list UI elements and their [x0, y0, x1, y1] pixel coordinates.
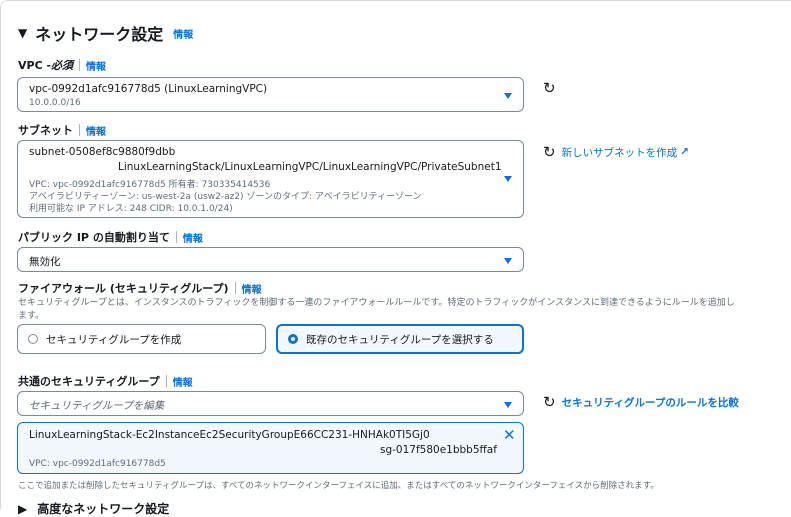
sg-note: ここで追加または削除したセキュリティグループは、すべてのネットワークインターフェ… [18, 481, 659, 491]
sg-token-name: LinuxLearningStack-Ec2InstanceEc2Securit… [29, 429, 430, 441]
sg-placeholder: セキュリティグループを編集 [29, 400, 165, 412]
create-subnet-link[interactable]: ↻ 新しいサブネットを作成 ↗ [543, 143, 689, 161]
common-sg-label: 共通のセキュリティグループ 情報 [18, 374, 193, 389]
vpc-cidr: 10.0.0.0/16 [29, 98, 81, 108]
public-ip-select[interactable]: 無効化 [17, 247, 524, 272]
vpc-label: VPC - 必須 情報 [18, 58, 107, 73]
common-sg-info-link[interactable]: 情報 [173, 374, 193, 389]
external-link-icon: ↗ [680, 146, 689, 158]
subnet-select[interactable]: subnet-0508ef8c9880f9dbb LinuxLearningSt… [17, 140, 524, 218]
firewall-description-cont: ます。 [18, 311, 45, 321]
refresh-icon[interactable]: ↻ [543, 79, 556, 97]
radio-button-selected[interactable] [288, 334, 298, 344]
firewall-description: セキュリティグループとは、インスタンスのトラフィックを制御する一連のファイアウォ… [18, 298, 735, 308]
existing-sg-option[interactable]: 既存のセキュリティグループを選択する [276, 324, 524, 354]
public-ip-info-link[interactable]: 情報 [183, 230, 203, 245]
vpc-value: vpc-0992d1afc916778d5 (LinuxLearningVPC) [29, 83, 268, 95]
chevron-down-icon [504, 402, 512, 408]
subnet-ip-cidr: 利用可能な IP アドレス: 248 CIDR: 10.0.1.0/24) [29, 204, 233, 214]
chevron-down-icon [504, 176, 512, 182]
subnet-id: subnet-0508ef8c9880f9dbb [29, 146, 176, 158]
firewall-label: ファイアウォール (セキュリティグループ) 情報 [18, 281, 262, 296]
vpc-select[interactable]: vpc-0992d1afc916778d5 (LinuxLearningVPC)… [17, 77, 524, 112]
chevron-down-icon [504, 93, 512, 99]
section-title: ネットワーク設定 [35, 25, 164, 44]
subnet-label: サブネット 情報 [18, 123, 106, 138]
subnet-info-link[interactable]: 情報 [86, 123, 106, 138]
sg-multiselect[interactable]: セキュリティグループを編集 [17, 391, 524, 416]
firewall-info-link[interactable]: 情報 [242, 281, 262, 296]
info-link[interactable]: 情報 [173, 26, 193, 41]
public-ip-label: パブリック IP の自動割り当て 情報 [18, 230, 203, 245]
refresh-icon[interactable]: ↻ [543, 143, 556, 161]
sg-token-id: sg-017f580e1bbb5ffaf [380, 444, 497, 456]
chevron-down-icon [504, 258, 512, 264]
sg-token-vpc: VPC: vpc-0992d1afc916778d5 [29, 459, 166, 469]
subnet-name: LinuxLearningStack/LinuxLearningVPC/Linu… [118, 161, 502, 173]
radio-button[interactable] [28, 334, 38, 344]
refresh-icon[interactable]: ↻ [543, 393, 556, 411]
public-ip-value: 無効化 [29, 256, 61, 268]
compare-sg-rules-link[interactable]: ↻ セキュリティグループのルールを比較 [543, 393, 739, 411]
section-header[interactable]: ▼ ネットワーク設定 情報 [18, 21, 193, 45]
vpc-info-link[interactable]: 情報 [86, 58, 106, 73]
create-sg-option[interactable]: セキュリティグループを作成 [17, 324, 266, 354]
caret-down-icon[interactable]: ▼ [18, 26, 27, 40]
sg-token: LinuxLearningStack-Ec2InstanceEc2Securit… [17, 422, 524, 474]
close-icon[interactable]: ✕ [503, 426, 516, 444]
